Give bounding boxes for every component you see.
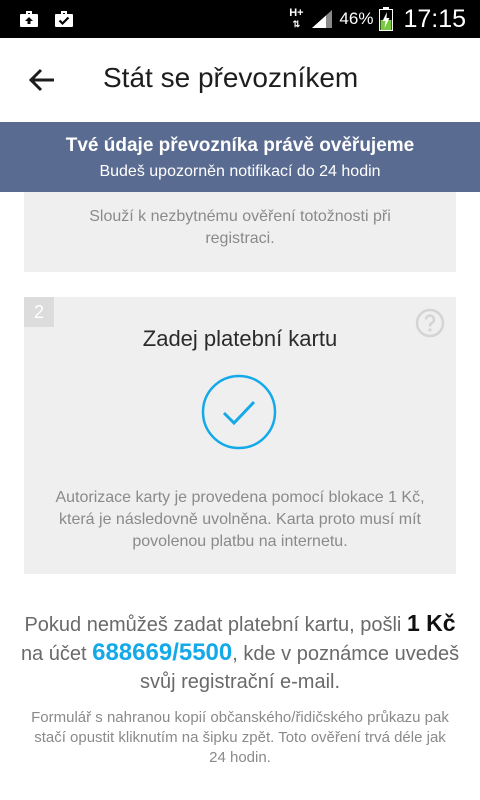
network-type: H+ ⇅	[289, 7, 304, 30]
card-title: Zadej platební kartu	[142, 326, 338, 351]
bank-transfer-info: Pokud nemůžeš zadat platební kartu, pošl…	[20, 609, 460, 696]
info-text-part2: na účet	[20, 643, 87, 665]
account-number[interactable]: 688669/5500	[92, 639, 232, 666]
amount: 1 Kč	[406, 610, 456, 636]
card-description: Autorizace karty je provedena pomocí blo…	[55, 489, 425, 550]
briefcase-upload-icon	[20, 11, 38, 27]
app-bar: Stát se převozníkem	[0, 38, 480, 122]
battery-percent: 46%	[339, 9, 374, 28]
arrow-left-icon	[29, 68, 54, 92]
banner-title: Tvé údaje převozníka právě ověřujeme	[65, 135, 415, 156]
clock: 17:15	[403, 4, 466, 33]
info-note: Formulář s nahranou kopií občanského/řid…	[31, 709, 449, 766]
verification-banner: Tvé údaje převozníka právě ověřujeme Bud…	[0, 122, 480, 192]
signal-icon	[312, 10, 333, 28]
banner-subtitle: Budeš upozorněn notifikací do 24 hodin	[99, 163, 381, 180]
back-button[interactable]	[20, 58, 64, 102]
id-verification-card: Slouží k nezbytnému ověření totožnosti p…	[24, 192, 456, 272]
card-description: Slouží k nezbytnému ověření totožnosti p…	[89, 208, 391, 247]
status-bar: H+ ⇅ 46% 17:15	[0, 0, 480, 38]
step-number: 2	[24, 297, 54, 327]
payment-card-step[interactable]: 2 Zadej platební kartu Autorizace karty …	[24, 297, 456, 574]
check-circle-icon	[201, 374, 277, 450]
info-text-part1: Pokud nemůžeš zadat platební kartu, pošl…	[24, 614, 402, 636]
briefcase-check-icon	[55, 11, 73, 27]
battery-charging-icon	[379, 7, 394, 31]
page-title: Stát se převozníkem	[103, 62, 359, 93]
